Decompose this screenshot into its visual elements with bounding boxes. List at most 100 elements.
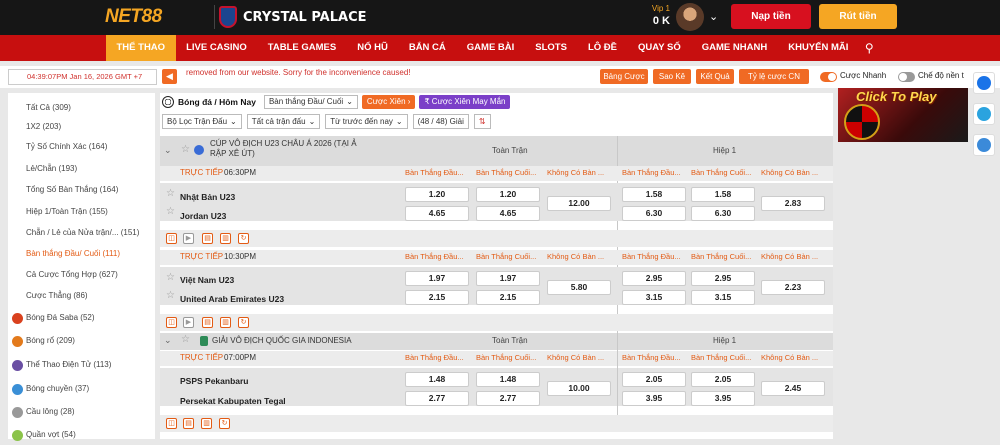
nav-item-table-games[interactable]: TABLE GAMES — [257, 35, 346, 61]
odds-button[interactable]: 2.15 — [476, 290, 540, 305]
collapse-icon[interactable]: ⌄ — [164, 335, 172, 346]
statement-button[interactable]: Sao Kê — [653, 69, 691, 84]
odds-button[interactable]: 3.95 — [622, 391, 686, 406]
star-icon[interactable]: ☆ — [166, 188, 175, 199]
sidebar-item[interactable]: Hiệp 1/Toàn Trận (155) — [8, 202, 155, 222]
market-dropdown[interactable]: Bàn thắng Đầu/ Cuối ⌄ — [263, 95, 358, 109]
community-icon[interactable] — [973, 134, 995, 156]
odds-button[interactable]: 1.97 — [405, 271, 469, 286]
refresh-icon[interactable]: ↻ — [238, 233, 249, 244]
search-icon[interactable]: ⚲ — [859, 41, 874, 55]
nav-item-khuyen-mai[interactable]: KHUYẾN MÃI — [778, 35, 859, 61]
sidebar-item[interactable]: Tất Cả (309) — [8, 98, 155, 118]
star-icon[interactable]: ☆ — [181, 144, 190, 155]
odds-button[interactable]: 6.30 — [691, 206, 755, 221]
sidebar-category-quan-vot[interactable]: Quần vợt (54) — [8, 425, 155, 445]
deposit-button[interactable]: Nạp tiền — [731, 4, 811, 29]
refresh-icon[interactable]: ↻ — [219, 418, 230, 429]
odds-button[interactable]: 2.95 — [691, 271, 755, 286]
play-icon[interactable]: ▶ — [183, 317, 194, 328]
nav-item-live-casino[interactable]: LIVE CASINO — [176, 35, 258, 61]
odds-button[interactable]: 2.83 — [761, 196, 825, 211]
odds-button[interactable]: 4.65 — [405, 206, 469, 221]
odds-button[interactable]: 1.20 — [405, 187, 469, 202]
sidebar-category-esports[interactable]: Thể Thao Điện Tử (113) — [8, 355, 155, 375]
nav-item-quay-so[interactable]: QUAY SỐ — [627, 35, 691, 61]
odds-button[interactable]: 2.05 — [622, 372, 686, 387]
stats-table-icon[interactable]: ▤ — [202, 233, 213, 244]
star-icon[interactable]: ☆ — [166, 290, 175, 301]
sort-order-icon[interactable]: ⇅ — [473, 114, 491, 129]
odds-button[interactable]: 2.95 — [622, 271, 686, 286]
odds-button[interactable]: 3.15 — [691, 290, 755, 305]
odds-button[interactable]: 12.00 — [547, 196, 611, 211]
sidebar-item[interactable]: Tỷ Số Chính Xác (164) — [8, 137, 155, 157]
stadium-icon[interactable]: ◫ — [166, 233, 177, 244]
dark-mode-toggle[interactable] — [898, 72, 915, 82]
odds-button[interactable]: 2.77 — [476, 391, 540, 406]
star-icon[interactable]: ☆ — [166, 272, 175, 283]
sidebar-item[interactable]: Cả Cược Tổng Hợp (627) — [8, 265, 155, 285]
chart-icon[interactable]: ▥ — [220, 233, 231, 244]
collapse-icon[interactable]: ⌄ — [164, 145, 172, 156]
odds-button[interactable]: 2.15 — [405, 290, 469, 305]
odds-button[interactable]: 2.23 — [761, 280, 825, 295]
odds-button[interactable]: 1.20 — [476, 187, 540, 202]
league-filter-dropdown[interactable]: Bộ Lọc Trận Đấu ⌄ — [162, 114, 242, 129]
odds-button[interactable]: 2.45 — [761, 381, 825, 396]
quick-bet-toggle[interactable] — [820, 72, 837, 82]
site-logo[interactable]: NET88 — [105, 4, 191, 30]
match-filter-dropdown[interactable]: Tất cả trận đấu ⌄ — [246, 114, 321, 129]
star-icon[interactable]: ☆ — [166, 206, 175, 217]
sidebar-category-bong-ro[interactable]: Bóng rổ (209) — [8, 331, 155, 351]
stadium-icon[interactable]: ◫ — [166, 418, 177, 429]
sidebar-item[interactable]: Tổng Số Bàn Thắng (164) — [8, 180, 155, 200]
odds-button[interactable]: 4.65 — [476, 206, 540, 221]
telegram-icon[interactable] — [973, 103, 995, 125]
odds-button[interactable]: 3.95 — [691, 391, 755, 406]
messenger-icon[interactable] — [973, 72, 995, 94]
stadium-icon[interactable]: ◫ — [166, 317, 177, 328]
odds-button[interactable]: 1.58 — [691, 187, 755, 202]
sidebar-item[interactable]: Chẵn / Lẻ của Nửa trận/... (151) — [8, 223, 155, 243]
nav-item-game-bai[interactable]: GAME BÀI — [456, 35, 525, 61]
nav-item-no-hu[interactable]: NỔ HŨ — [347, 35, 399, 61]
sidebar-item-selected[interactable]: Bàn thắng Đầu/ Cuối (111) — [8, 244, 155, 264]
bet-list-button[interactable]: Bảng Cược — [600, 69, 648, 84]
stats-table-icon[interactable]: ▤ — [183, 418, 194, 429]
parlay-button[interactable]: Cược Xiên › — [361, 95, 416, 109]
sidebar-category-cau-long[interactable]: Cầu lông (28) — [8, 402, 155, 422]
odds-button[interactable]: 2.05 — [691, 372, 755, 387]
star-icon[interactable]: ☆ — [181, 334, 190, 345]
avatar[interactable] — [676, 3, 704, 31]
nav-item-slots[interactable]: SLOTS — [525, 35, 578, 61]
odds-button[interactable]: 3.15 — [622, 290, 686, 305]
chevron-down-icon[interactable]: ⌄ — [709, 10, 718, 23]
stats-table-icon[interactable]: ▤ — [202, 317, 213, 328]
nav-item-game-nhanh[interactable]: GAME NHANH — [691, 35, 777, 61]
sort-dropdown[interactable]: Từ trước đến nay ⌄ — [325, 114, 408, 129]
odds-button[interactable]: 1.48 — [476, 372, 540, 387]
play-icon[interactable]: ▶ — [183, 233, 194, 244]
announcement-icon[interactable]: ◀ — [162, 69, 177, 84]
nav-item-lo-de[interactable]: LÔ ĐỀ — [577, 35, 627, 61]
odds-button[interactable]: 6.30 — [622, 206, 686, 221]
chart-icon[interactable]: ▥ — [201, 418, 212, 429]
nav-item-the-thao[interactable]: THỂ THAO — [106, 35, 176, 61]
odds-button[interactable]: 1.48 — [405, 372, 469, 387]
refresh-icon[interactable]: ↻ — [238, 317, 249, 328]
odds-type-dropdown[interactable]: Tỷ lệ cược CN — [739, 69, 809, 84]
odds-button[interactable]: 10.00 — [547, 381, 611, 396]
sidebar-category-bong-chuyen[interactable]: Bóng chuyền (37) — [8, 379, 155, 399]
sidebar-item[interactable]: 1X2 (203) — [8, 117, 155, 137]
withdraw-button[interactable]: Rút tiền — [819, 4, 897, 29]
odds-button[interactable]: 2.77 — [405, 391, 469, 406]
odds-button[interactable]: 1.97 — [476, 271, 540, 286]
odds-button[interactable]: 5.80 — [547, 280, 611, 295]
promo-banner[interactable]: Click To Play — [838, 88, 968, 142]
results-button[interactable]: Kết Quả — [696, 69, 734, 84]
chart-icon[interactable]: ▥ — [220, 317, 231, 328]
odds-button[interactable]: 1.58 — [622, 187, 686, 202]
sidebar-item[interactable]: Cược Thẳng (86) — [8, 286, 155, 306]
lucky-parlay-button[interactable]: ₹ Cược Xiên May Mắn — [419, 95, 511, 109]
